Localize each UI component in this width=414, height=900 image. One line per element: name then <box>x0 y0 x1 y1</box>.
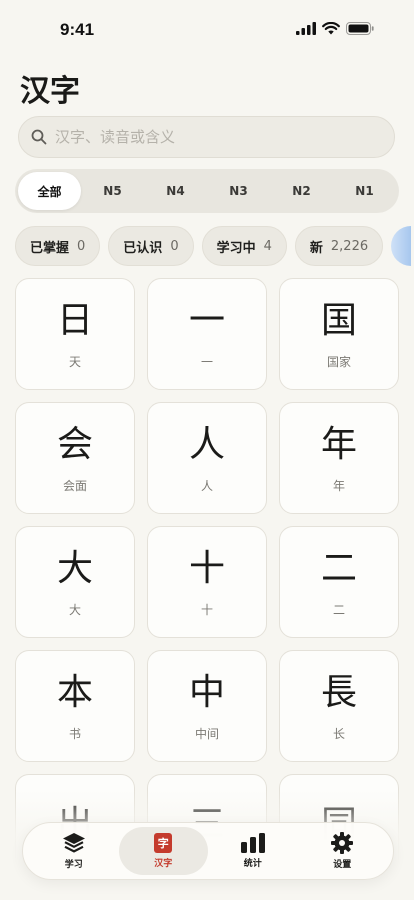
kanji-card[interactable]: 人人 <box>147 402 267 514</box>
tab-settings[interactable]: 设置 <box>298 827 388 875</box>
kanji-card[interactable]: 十十 <box>147 526 267 638</box>
level-segmented-control: 全部 N5 N4 N3 N2 N1 <box>15 169 399 213</box>
kanji-char: 年 <box>320 423 357 465</box>
kanji-meaning: 中间 <box>194 726 219 741</box>
kanji-meaning: 天 <box>68 354 81 369</box>
level-tab-n3[interactable]: N3 <box>207 172 270 210</box>
chip-count: 0 <box>170 238 179 254</box>
kanji-card[interactable]: 本书 <box>15 650 135 762</box>
kanji-char: 本 <box>56 671 93 713</box>
search-icon <box>31 129 47 145</box>
kanji-char: 中 <box>188 671 225 713</box>
kanji-card[interactable]: 年年 <box>279 402 399 514</box>
kanji-char: 十 <box>188 547 225 589</box>
kanji-char: 会 <box>56 423 93 465</box>
bar-chart-icon <box>240 833 265 853</box>
kanji-char: 国 <box>320 299 357 341</box>
level-tab-n2[interactable]: N2 <box>270 172 333 210</box>
chip-label: 已认识 <box>123 240 163 256</box>
kanji-meaning: 人 <box>200 478 213 493</box>
kanji-char: 一 <box>188 299 225 341</box>
kanji-meaning: 一 <box>200 354 213 369</box>
chip-label: 学习中 <box>216 240 256 256</box>
kanji-char: 日 <box>56 299 93 341</box>
level-tab-n4[interactable]: N4 <box>144 172 207 210</box>
level-tab-all[interactable]: 全部 <box>18 172 81 210</box>
kanji-meaning: 二 <box>332 602 345 617</box>
tab-label: 统计 <box>243 859 262 869</box>
kanji-char: 大 <box>56 547 93 589</box>
filter-chip-mastered[interactable]: 已掌握 0 <box>15 226 101 266</box>
kanji-card[interactable]: 二二 <box>279 526 399 638</box>
gear-icon <box>331 832 354 854</box>
chip-count: 2,226 <box>330 238 369 254</box>
chip-count: 4 <box>263 238 272 254</box>
kanji-meaning: 年 <box>332 478 345 493</box>
kanji-meaning: 大 <box>68 602 81 617</box>
kanji-card[interactable]: 日天 <box>15 278 135 390</box>
kanji-meaning: 书 <box>68 726 81 741</box>
tab-label: 汉字 <box>154 859 173 869</box>
filter-chip-new[interactable]: 新 2,226 <box>294 226 384 266</box>
tab-bar: 学习 字 汉字 统计 设置 <box>22 822 394 880</box>
kanji-char: 二 <box>320 547 357 589</box>
chip-label: 新 <box>309 240 323 256</box>
chip-count: 0 <box>77 238 86 254</box>
kanji-card[interactable]: 中中间 <box>147 650 267 762</box>
kanji-card[interactable]: 長长 <box>279 650 399 762</box>
filter-chip-learning[interactable]: 学习中 4 <box>201 226 287 266</box>
level-tab-n1[interactable]: N1 <box>333 172 396 210</box>
level-tab-n5[interactable]: N5 <box>81 172 144 210</box>
kanji-card[interactable]: 国国家 <box>279 278 399 390</box>
kanji-card[interactable]: 大大 <box>15 526 135 638</box>
kanji-card[interactable]: 一一 <box>147 278 267 390</box>
battery-icon <box>346 22 374 35</box>
status-time: 9:41 <box>60 20 95 39</box>
zi-icon: 字 <box>154 833 173 853</box>
kanji-meaning: 国家 <box>326 354 351 369</box>
signal-icon <box>296 22 316 35</box>
status-filter-row: 已掌握 0 已认识 0 学习中 4 新 2,226 <box>15 226 414 266</box>
kanji-meaning: 会面 <box>62 478 87 493</box>
chip-label: 已掌握 <box>30 240 70 256</box>
tab-stats[interactable]: 统计 <box>208 827 298 875</box>
kanji-char: 長 <box>320 671 357 713</box>
kanji-char: 人 <box>188 423 225 465</box>
page-title: 汉字 <box>20 74 80 109</box>
filter-chip-known[interactable]: 已认识 0 <box>108 226 194 266</box>
tab-label: 学习 <box>64 860 83 870</box>
status-bar: 9:41 <box>0 0 414 56</box>
tab-label: 设置 <box>333 860 352 870</box>
wifi-icon <box>322 22 340 35</box>
kanji-meaning: 长 <box>332 726 345 741</box>
tab-kanji[interactable]: 字 汉字 <box>118 827 208 875</box>
tab-study[interactable]: 学习 <box>29 827 119 875</box>
layers-icon <box>62 833 85 853</box>
kanji-meaning: 十 <box>200 602 213 617</box>
search-bar[interactable] <box>18 116 395 158</box>
search-input[interactable] <box>55 128 355 146</box>
filter-chip-partial[interactable] <box>391 226 412 266</box>
kanji-card[interactable]: 会会面 <box>15 402 135 514</box>
